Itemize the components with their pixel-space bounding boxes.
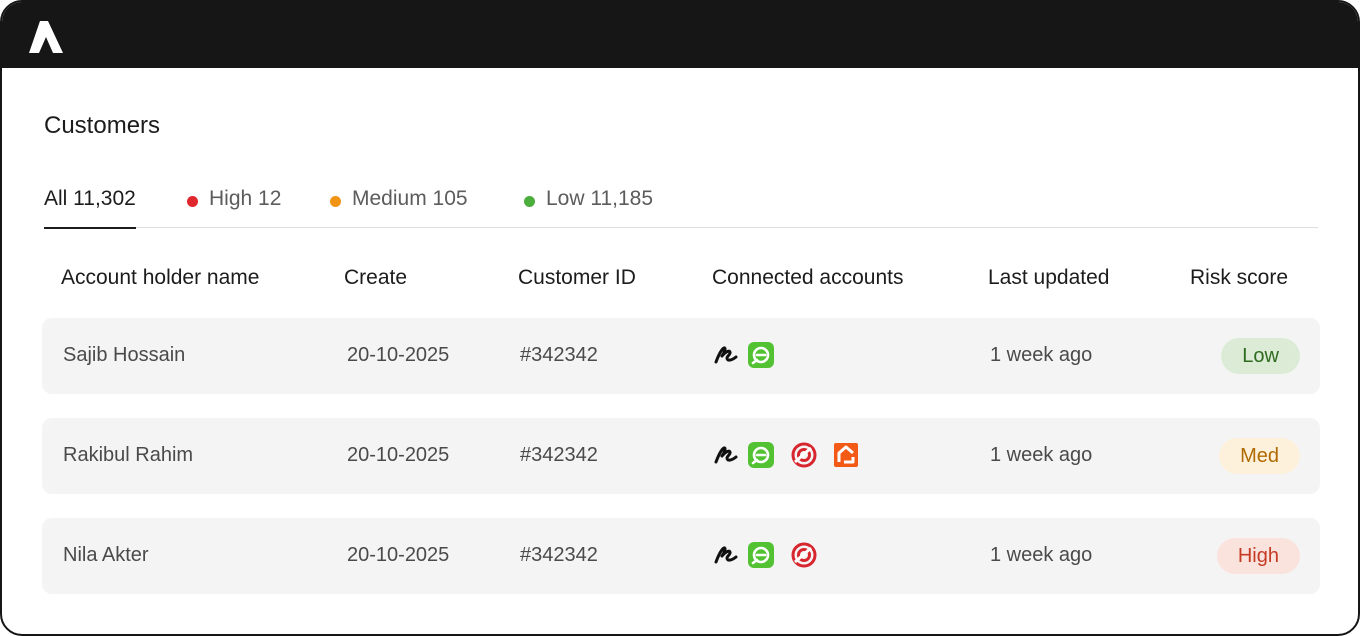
tab-low[interactable]: Low 11,185 [524,182,653,228]
table-row[interactable]: Nila Akter 20-10-2025 #342342 1 week ago Hig… [42,518,1320,594]
red-target-icon[interactable] [791,542,817,568]
column-header-name[interactable]: Account holder name [61,266,259,290]
column-header-risk-score[interactable]: Risk score [1190,266,1288,290]
column-header-last-updated[interactable]: Last updated [988,266,1109,290]
created-date: 20-10-2025 [347,444,450,466]
customer-id: #342342 [520,344,598,366]
risk-filter-tabs: All 11,302 High 12 Medium 105 Low 11,185 [44,182,1318,229]
high-dot-icon [187,196,198,207]
last-updated: 1 week ago [990,444,1093,466]
orange-house-icon[interactable] [833,442,859,468]
page-title: Customers [44,112,161,139]
table-header: Account holder name Create Customer ID C… [2,266,1358,296]
medium-dot-icon [330,196,341,207]
tab-low-label: Low 11,185 [546,187,654,210]
red-target-icon[interactable] [791,442,817,468]
tab-all[interactable]: All 11,302 [44,182,136,229]
column-header-customer-id[interactable]: Customer ID [518,266,636,290]
last-updated: 1 week ago [990,544,1093,566]
app-window: Customers All 11,302 High 12 Medium 105 … [0,0,1360,636]
created-date: 20-10-2025 [347,544,450,566]
risk-score-badge: Med [1219,438,1300,474]
script-r-icon[interactable] [713,342,739,368]
account-holder-name: Rakibul Rahim [63,444,194,466]
top-bar [2,2,1358,68]
customer-id: #342342 [520,444,598,466]
table-row[interactable]: Sajib Hossain 20-10-2025 #342342 1 week ago… [42,318,1320,394]
table-row[interactable]: Rakibul Rahim 20-10-2025 #342342 1 week ago… [42,418,1320,494]
low-dot-icon [524,196,535,207]
script-r-icon[interactable] [713,542,739,568]
green-swirl-icon[interactable] [748,542,774,568]
script-r-icon[interactable] [713,442,739,468]
column-header-create[interactable]: Create [344,266,407,290]
tab-high-label: High 12 [209,187,282,210]
app-logo[interactable] [29,20,65,54]
green-swirl-icon[interactable] [748,342,774,368]
customer-id: #342342 [520,544,598,566]
risk-score-badge: High [1216,538,1300,574]
created-date: 20-10-2025 [347,344,450,366]
tab-high[interactable]: High 12 [187,182,281,228]
green-swirl-icon[interactable] [748,442,774,468]
tab-all-label: All 11,302 [44,187,136,210]
tab-medium-label: Medium 105 [352,187,468,210]
column-header-connected-accounts[interactable]: Connected accounts [712,266,903,290]
account-holder-name: Nila Akter [63,544,149,566]
tab-medium[interactable]: Medium 105 [330,182,468,228]
risk-score-badge: Low [1221,338,1300,374]
account-holder-name: Sajib Hossain [63,344,186,366]
last-updated: 1 week ago [990,344,1093,366]
